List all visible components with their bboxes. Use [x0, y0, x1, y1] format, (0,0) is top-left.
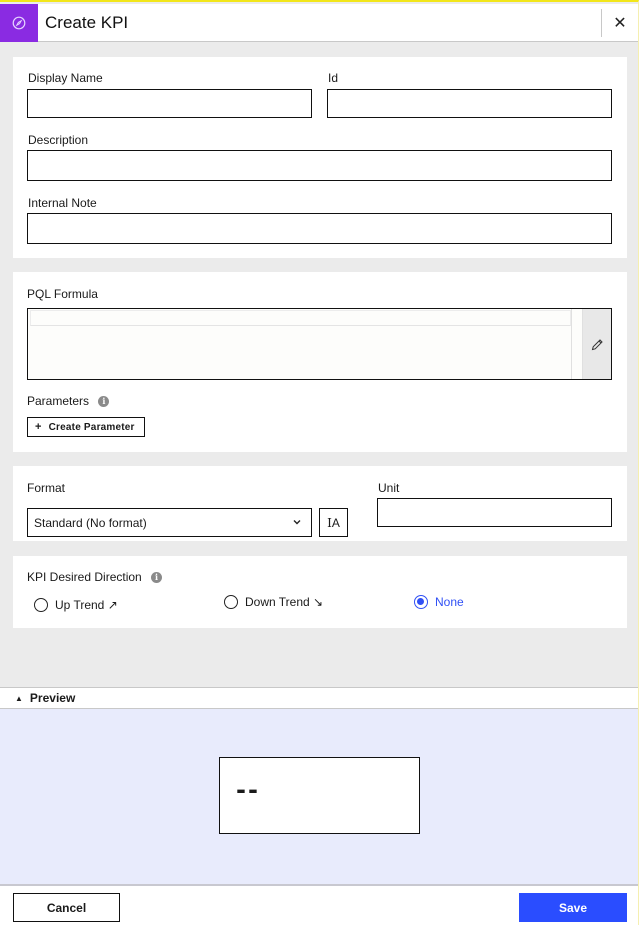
description-label: Description	[28, 133, 89, 147]
dialog-footer: Cancel Save	[0, 884, 638, 925]
save-button[interactable]: Save	[519, 893, 627, 922]
parameters-label-text: Parameters	[27, 394, 90, 408]
close-icon: ✕	[613, 14, 627, 32]
kpi-preview-card: --	[219, 757, 420, 834]
info-icon[interactable]: i	[98, 396, 110, 408]
preview-label: Preview	[29, 691, 76, 705]
radio-none[interactable]: None	[414, 595, 464, 609]
id-input[interactable]	[327, 89, 612, 118]
create-parameter-label: Create Parameter	[48, 421, 135, 433]
direction-section: KPI Desired Direction i Up Trend ↗ Down …	[13, 556, 627, 628]
pql-formula-editor[interactable]	[27, 308, 612, 380]
edit-formula-button[interactable]	[583, 309, 611, 379]
radio-none-label: None	[435, 595, 464, 609]
basic-info-section: Display Name Id Description Internal Not…	[13, 57, 627, 258]
text-format-button[interactable]: IA	[319, 508, 348, 537]
parameters-label: Parameters i	[27, 394, 110, 408]
dialog-header: Create KPI ✕	[0, 3, 638, 42]
unit-label: Unit	[378, 481, 400, 495]
preview-toggle[interactable]: ▲ Preview	[0, 687, 638, 709]
radio-down-trend[interactable]: Down Trend ↘	[224, 595, 323, 609]
display-name-label: Display Name	[28, 71, 103, 85]
internal-note-label: Internal Note	[28, 196, 97, 210]
format-selected-value: Standard (No format)	[34, 515, 147, 530]
pql-formula-label: PQL Formula	[27, 287, 98, 301]
formula-section: PQL Formula Parameters i + Create Parame…	[13, 272, 627, 452]
dialog-title: Create KPI	[45, 12, 129, 32]
unit-input[interactable]	[377, 498, 612, 527]
internal-note-input[interactable]	[27, 213, 612, 244]
display-name-input[interactable]	[27, 89, 312, 118]
editor-scrollbar[interactable]	[571, 309, 583, 379]
close-button[interactable]: ✕	[602, 4, 638, 42]
radio-down-trend-label: Down Trend ↘	[245, 595, 324, 609]
direction-label-text: KPI Desired Direction	[27, 570, 142, 584]
editor-line	[30, 310, 571, 326]
id-label: Id	[328, 71, 339, 85]
compass-icon	[0, 3, 38, 42]
format-label: Format	[27, 481, 66, 495]
preview-area: --	[0, 709, 638, 884]
radio-up-trend-label: Up Trend ↗	[55, 598, 118, 612]
pencil-icon	[591, 338, 603, 350]
kpi-preview-value: --	[236, 776, 260, 804]
cancel-button[interactable]: Cancel	[13, 893, 120, 922]
format-section: Format Standard (No format) IA Unit	[13, 466, 627, 541]
radio-circle	[34, 598, 48, 612]
radio-up-trend[interactable]: Up Trend ↗	[34, 598, 118, 612]
chevron-down-icon	[292, 516, 302, 530]
info-icon[interactable]: i	[151, 572, 163, 584]
description-input[interactable]	[27, 150, 612, 181]
caret-up-icon: ▲	[15, 693, 23, 703]
create-parameter-button[interactable]: + Create Parameter	[27, 417, 145, 437]
radio-circle	[224, 595, 238, 609]
radio-circle	[414, 595, 428, 609]
direction-label: KPI Desired Direction i	[27, 570, 163, 584]
plus-icon: +	[35, 421, 42, 433]
text-format-icon: IA	[327, 515, 340, 530]
format-select[interactable]: Standard (No format)	[27, 508, 312, 537]
